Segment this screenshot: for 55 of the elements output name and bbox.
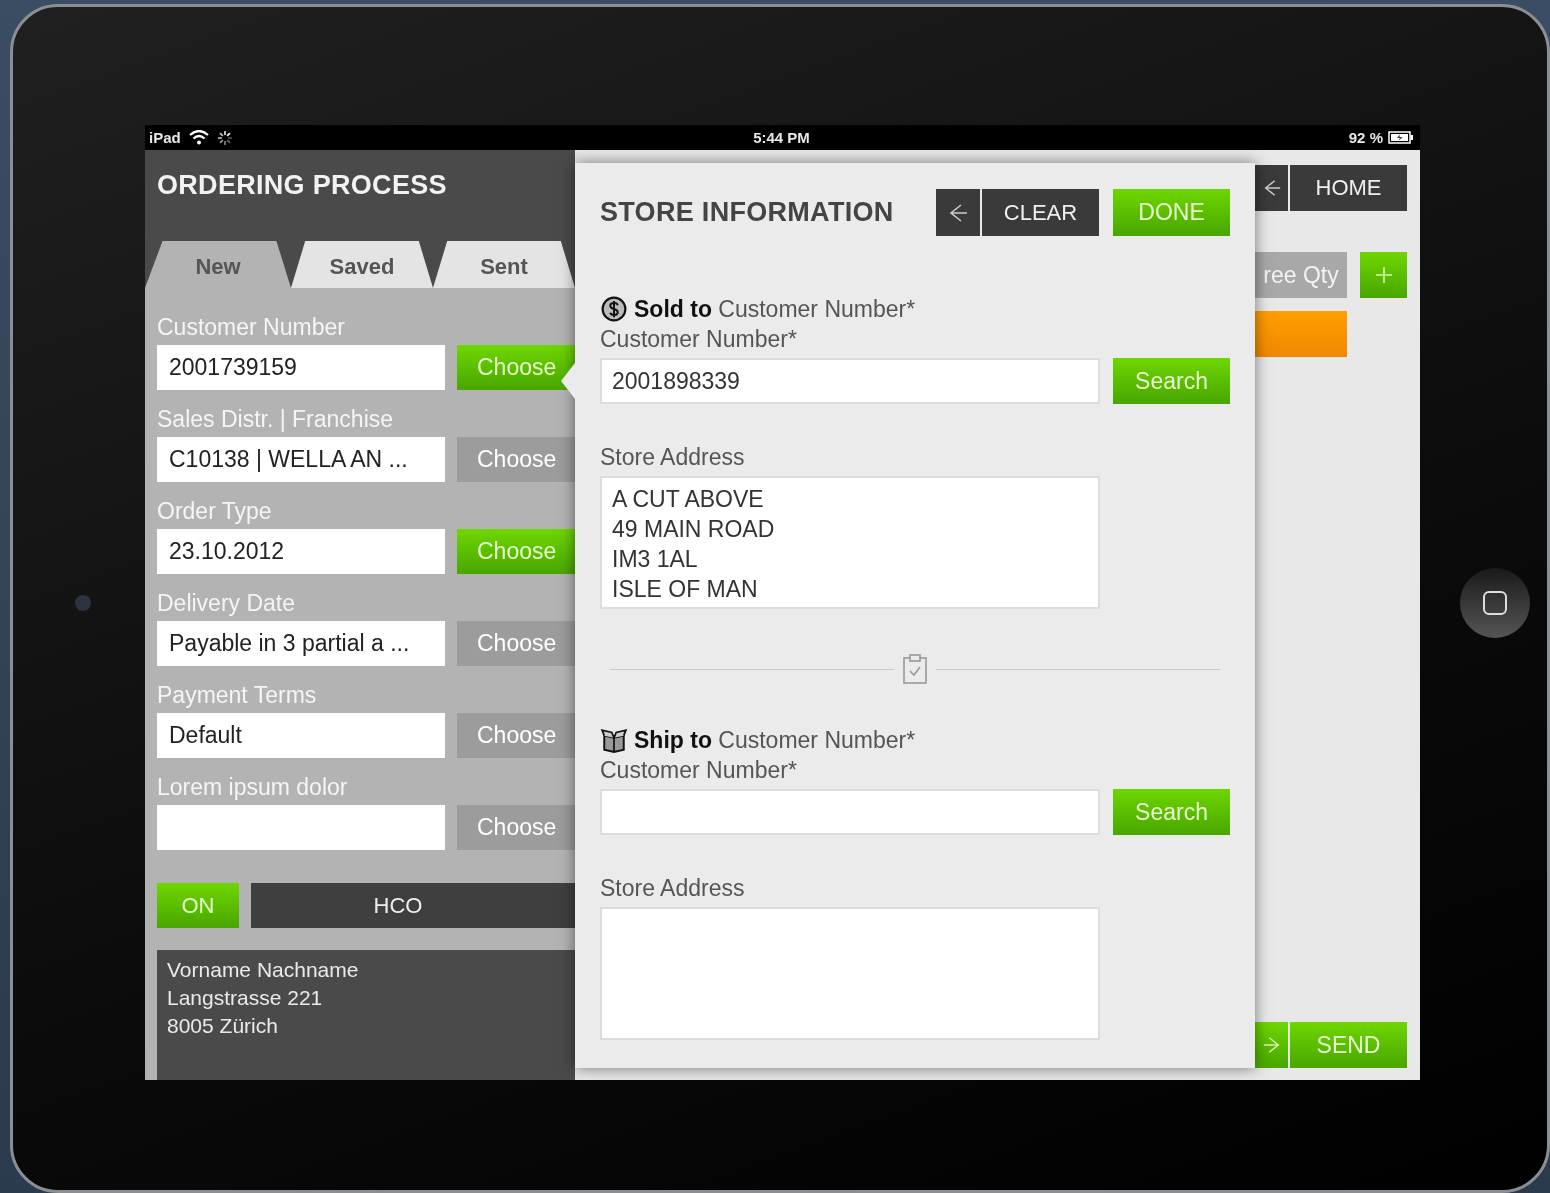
tab[interactable]: Saved [291,241,433,288]
camera-dot [75,594,91,611]
forward-button[interactable] [1255,1022,1288,1068]
free-qty-button[interactable]: ree Qty [1255,252,1347,298]
section-heading: Sold to Customer Number* [634,295,916,323]
field-label: Store Address [600,443,746,472]
address-line: Vorname Nachname [167,957,360,983]
back-button[interactable] [1255,165,1288,211]
dialog-title: STORE INFORMATION [600,197,894,228]
carrier-label: iPad [149,129,181,146]
address-line: 8005 Zürich [167,1013,279,1039]
text-field[interactable] [157,805,445,850]
tab[interactable]: New [145,241,291,288]
text-field[interactable]: 2001739159 [157,345,445,390]
field-label: Order Type [157,497,273,526]
back-button[interactable] [936,189,980,236]
tab[interactable]: Sent [433,241,575,288]
field-label: Customer Number* [600,325,798,354]
forward-arrow-icon [1261,1035,1282,1055]
field-label: Customer Number* [600,756,798,785]
wifi-icon [188,130,209,145]
clipboard-check-icon [902,653,928,685]
customer-number-field[interactable]: 2001898339 [600,358,1100,404]
section-heading: Ship to Customer Number* [634,726,916,754]
activity-spinner-icon [216,129,233,146]
send-button[interactable]: SEND [1290,1022,1407,1068]
store-address-field[interactable] [600,907,1100,1040]
choose-button[interactable]: Choose [457,345,575,390]
battery-icon [1388,131,1414,144]
dollar-coin-icon [600,296,628,322]
back-arrow-icon [947,202,969,223]
home-button[interactable]: HOME [1290,165,1407,211]
plus-icon [1374,266,1393,284]
field-label: Lorem ipsum dolor [157,773,349,802]
customer-number-field[interactable] [600,789,1100,835]
choose-button[interactable]: Choose [457,529,575,574]
battery-percentage: 92 % [1348,129,1383,146]
field-label: Store Address [600,874,746,903]
box-icon [600,727,628,753]
field-label: Sales Distr. | Franchise [157,405,395,434]
toggle-button[interactable]: ON [157,883,239,928]
panel-title: ORDERING PROCESS [157,170,448,201]
search-button[interactable]: Search [1113,358,1230,404]
text-field[interactable]: 23.10.2012 [157,529,445,574]
field-label: Delivery Date [157,589,297,618]
group-bar: HCO [251,883,575,928]
field-label: Payment Terms [157,681,318,710]
address-line: Langstrasse 221 [167,985,324,1011]
field-label: Customer Number [157,313,346,342]
add-button[interactable] [1360,252,1407,298]
clock-time: 5:44 PM [753,129,810,146]
search-button[interactable]: Search [1113,789,1230,835]
clear-button[interactable]: CLEAR [982,189,1099,236]
store-address-field[interactable]: A CUT ABOVE 49 MAIN ROAD IM3 1AL ISLE OF MAN [600,476,1100,609]
done-button[interactable]: DONE [1113,189,1230,236]
